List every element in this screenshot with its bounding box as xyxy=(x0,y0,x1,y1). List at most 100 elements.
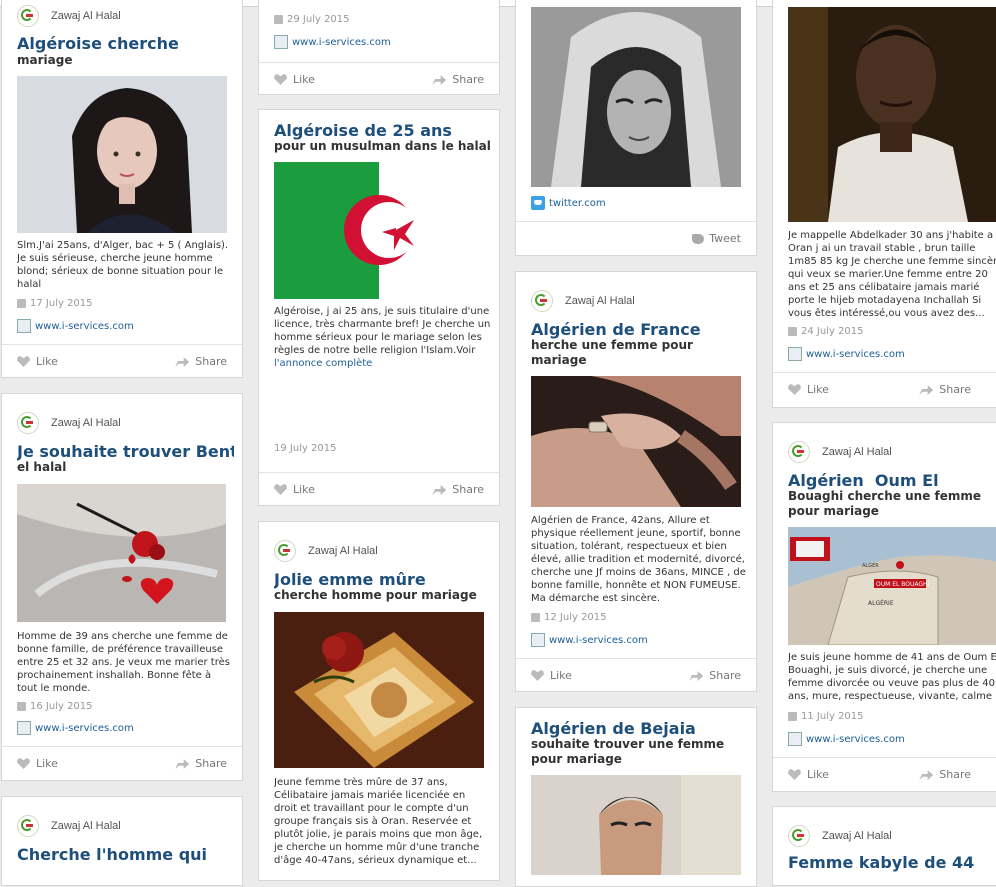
post-card[interactable]: Zawaj Al Halal Algéroise cherche mariage… xyxy=(1,0,243,378)
post-subtitle: mariage xyxy=(17,53,73,67)
source-link[interactable]: www.i-services.com xyxy=(17,319,134,333)
share-label: Share xyxy=(939,383,971,396)
share-button[interactable]: Share xyxy=(919,768,971,781)
card-footer: Like Share xyxy=(773,372,996,407)
post-title[interactable]: Femme kabyle de 44 xyxy=(788,854,996,872)
share-button[interactable]: Share xyxy=(689,669,741,682)
facebook-icon xyxy=(274,15,283,24)
share-label: Share xyxy=(195,757,227,770)
post-date: 24 July 2015 xyxy=(788,326,864,337)
source-header[interactable]: Zawaj Al Halal xyxy=(788,441,892,463)
share-button[interactable]: Share xyxy=(432,73,484,86)
post-title[interactable]: Algéroise de 25 ans xyxy=(274,122,491,140)
post-card[interactable]: Zawaj Al Halal Jolie emme mûre cherche h… xyxy=(258,521,500,881)
share-button[interactable]: Share xyxy=(432,483,484,496)
like-button[interactable]: Like xyxy=(788,768,829,781)
algeria-map-image[interactable]: OUM EL BOUAGHI ALGÉRIE ALGER xyxy=(788,527,996,645)
post-card[interactable]: Algéroise de 25 ans pour un musulman dan… xyxy=(258,109,500,506)
post-title[interactable]: Jolie emme mûre xyxy=(274,571,491,589)
date-text: 11 July 2015 xyxy=(801,711,864,722)
link-text[interactable]: www.i-services.com xyxy=(806,734,905,745)
link-text[interactable]: www.i-services.com xyxy=(806,349,905,360)
source-link[interactable]: www.i-services.com xyxy=(788,347,905,361)
card-footer: Like Share xyxy=(2,344,242,377)
source-header[interactable]: Zawaj Al Halal xyxy=(17,412,121,434)
share-arrow-icon xyxy=(919,385,934,395)
post-title[interactable]: Algérien de Bejaia xyxy=(531,720,748,738)
algeria-flag-image[interactable] xyxy=(274,162,484,299)
source-link[interactable]: www.i-services.com xyxy=(17,721,134,735)
like-button[interactable]: Like xyxy=(274,483,315,496)
share-arrow-icon xyxy=(175,759,190,769)
source-header[interactable]: Zawaj Al Halal xyxy=(17,815,121,837)
link-text[interactable]: www.i-services.com xyxy=(35,723,134,734)
source-header[interactable]: Zawaj Al Halal xyxy=(531,290,635,312)
read-more-link[interactable]: l'annonce complète xyxy=(274,358,372,369)
post-title[interactable]: Algérien de France xyxy=(531,321,748,339)
link-text[interactable]: www.i-services.com xyxy=(549,635,648,646)
post-title[interactable]: Algérien Oum El xyxy=(788,472,996,490)
like-button[interactable]: Like xyxy=(274,73,315,86)
share-arrow-icon xyxy=(689,671,704,681)
tweet-button[interactable]: Tweet xyxy=(692,232,741,245)
date-text: 16 July 2015 xyxy=(30,701,93,712)
post-card[interactable]: Zawaj Al Halal Cherche l'homme qui xyxy=(1,796,243,886)
veiled-woman-image[interactable] xyxy=(531,7,741,187)
post-title[interactable]: Cherche l'homme qui xyxy=(17,846,234,864)
post-date: 16 July 2015 xyxy=(17,701,93,712)
link-text[interactable]: www.i-services.com xyxy=(292,37,391,48)
man-portrait-image[interactable] xyxy=(531,775,741,875)
quran-rose-image[interactable] xyxy=(274,612,484,768)
heart-icon xyxy=(17,758,30,769)
card-footer: Like Share xyxy=(259,62,499,94)
date-text: 24 July 2015 xyxy=(801,326,864,337)
post-card[interactable]: Zawaj Al Halal Je souhaite trouver Bent … xyxy=(1,393,243,781)
source-header[interactable]: Zawaj Al Halal xyxy=(788,825,892,847)
link-text[interactable]: www.i-services.com xyxy=(35,321,134,332)
like-button[interactable]: Like xyxy=(531,669,572,682)
source-link[interactable]: www.i-services.com xyxy=(531,633,648,647)
post-card[interactable]: twitter.com Tweet xyxy=(515,0,757,256)
post-card[interactable]: Algérien de Bejaia souhaite trouver une … xyxy=(515,707,757,887)
post-title[interactable]: Algéroise cherche xyxy=(17,35,234,53)
card-footer: Tweet xyxy=(516,221,756,255)
source-name: Zawaj Al Halal xyxy=(565,295,635,307)
source-name: Zawaj Al Halal xyxy=(822,446,892,458)
roses-heart-image[interactable] xyxy=(17,484,226,622)
post-card[interactable]: Je mappelle Abdelkader 30 ans j'habite a… xyxy=(772,0,996,408)
post-card[interactable]: Zawaj Al Halal Algérien de France herche… xyxy=(515,271,757,692)
wedding-ring-image[interactable] xyxy=(531,376,741,507)
like-button[interactable]: Like xyxy=(17,757,58,770)
facebook-icon xyxy=(17,299,26,308)
share-arrow-icon xyxy=(432,485,447,495)
share-button[interactable]: Share xyxy=(175,355,227,368)
source-header[interactable]: Zawaj Al Halal xyxy=(17,5,121,27)
zawaj-logo-icon xyxy=(531,290,553,312)
source-name: Zawaj Al Halal xyxy=(51,10,121,22)
source-link[interactable]: www.i-services.com xyxy=(788,732,905,746)
post-card[interactable]: 29 July 2015 www.i-services.com Like Sha… xyxy=(258,0,500,95)
post-card[interactable]: Zawaj Al Halal Femme kabyle de 44 xyxy=(772,806,996,886)
heart-icon xyxy=(17,356,30,367)
site-favicon-icon xyxy=(788,347,802,361)
source-header[interactable]: Zawaj Al Halal xyxy=(274,540,378,562)
source-name: Zawaj Al Halal xyxy=(308,545,378,557)
share-button[interactable]: Share xyxy=(919,383,971,396)
description-text: Algéroise, j ai 25 ans, je suis titulair… xyxy=(274,306,491,356)
facebook-icon xyxy=(788,327,797,336)
like-button[interactable]: Like xyxy=(17,355,58,368)
post-card[interactable]: Zawaj Al Halal Algérien Oum El Bouaghi c… xyxy=(772,422,996,792)
source-link[interactable]: twitter.com xyxy=(531,196,606,210)
like-button[interactable]: Like xyxy=(788,383,829,396)
man-night-image[interactable] xyxy=(788,7,996,222)
source-name: Zawaj Al Halal xyxy=(822,830,892,842)
zawaj-logo-icon xyxy=(788,441,810,463)
share-button[interactable]: Share xyxy=(175,757,227,770)
source-link[interactable]: www.i-services.com xyxy=(274,35,391,49)
share-label: Share xyxy=(452,483,484,496)
zawaj-logo-icon xyxy=(17,412,39,434)
link-text[interactable]: twitter.com xyxy=(549,198,606,209)
facebook-icon xyxy=(531,613,540,622)
post-title[interactable]: Je souhaite trouver Bent xyxy=(17,443,234,461)
woman-portrait-image[interactable] xyxy=(17,76,227,233)
